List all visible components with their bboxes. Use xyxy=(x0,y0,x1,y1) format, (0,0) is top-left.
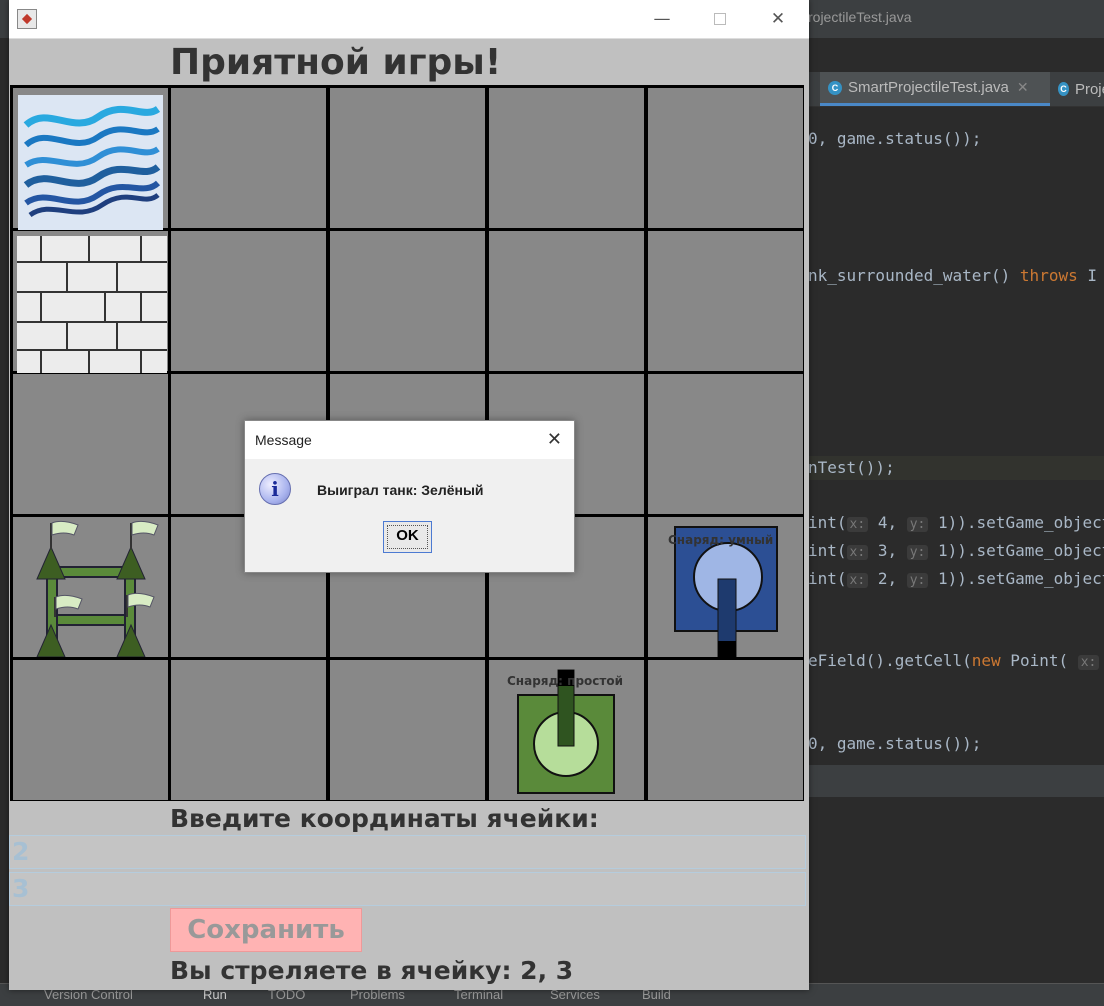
blue-tank-label: Снаряд: умный xyxy=(668,533,774,547)
brick-wall-icon xyxy=(17,236,167,373)
coords-prompt: Введите координаты ячейки: xyxy=(170,804,599,833)
cell-1-4[interactable] xyxy=(171,660,326,800)
code-token: int( xyxy=(808,569,847,588)
code-line: 0, game.status()); xyxy=(808,732,981,756)
dialog-titlebar: Message ✕ xyxy=(245,421,574,459)
code-token: 4, xyxy=(868,513,907,532)
code-token: 1)).setGame_object xyxy=(928,513,1104,532)
code-token: eField().getCell( xyxy=(808,651,972,670)
ide-window-title: rojectileTest.java xyxy=(808,9,912,25)
code-line: nk_surrounded_water() throws I xyxy=(808,264,1097,288)
x-coordinate-input[interactable]: 2 xyxy=(9,835,806,869)
dialog-title: Message xyxy=(255,432,312,448)
close-button[interactable]: ✕ xyxy=(749,0,807,38)
class-icon: C xyxy=(1058,82,1069,96)
dialog-message: Выиграл танк: Зелёный xyxy=(317,482,484,498)
cell-0-1[interactable] xyxy=(13,231,168,373)
code-token: int( xyxy=(808,541,847,560)
cell-4-1[interactable] xyxy=(648,231,803,371)
code-token: Point( xyxy=(1000,651,1078,670)
tab-label: SmartProjectileTest.java xyxy=(848,79,1009,96)
message-dialog: Message ✕ i Выиграл танк: Зелёный OK xyxy=(244,420,575,573)
cell-3-0[interactable] xyxy=(489,88,644,228)
code-line: int(x: 2, y: 1)).setGame_object xyxy=(808,567,1104,591)
parameter-hint: y: xyxy=(906,517,929,532)
tab-projectile[interactable]: C Proje xyxy=(1050,72,1104,106)
maximize-button[interactable] xyxy=(691,0,749,38)
tab-label: Proje xyxy=(1074,80,1104,98)
code-line: int(x: 4, y: 1)).setGame_object xyxy=(808,511,1104,535)
headquarters-icon xyxy=(36,520,159,657)
cell-0-2[interactable] xyxy=(13,374,168,514)
parameter-hint: y: xyxy=(906,573,929,588)
tab-smart-projectile-test[interactable]: C SmartProjectileTest.java ✕ xyxy=(820,72,1050,106)
code-token: 0, game.status()); xyxy=(808,734,982,753)
cell-3-1[interactable] xyxy=(489,231,644,371)
parameter-hint: x: xyxy=(846,573,869,588)
y-coordinate-input[interactable]: 3 xyxy=(9,872,806,906)
code-token: nTest()); xyxy=(808,458,895,477)
code-line: eField().getCell(new Point( x: xyxy=(808,649,1100,673)
cell-0-0[interactable] xyxy=(13,88,168,230)
parameter-hint: x: xyxy=(846,545,869,560)
wall-tile xyxy=(17,236,167,373)
parameter-hint: x: xyxy=(846,517,869,532)
code-token: I xyxy=(1077,266,1097,285)
cell-0-3[interactable] xyxy=(13,517,168,657)
code-token: 1)).setGame_object xyxy=(928,541,1104,560)
keyword: new xyxy=(971,651,1001,670)
cell-4-2[interactable] xyxy=(648,374,803,514)
code-line: nTest()); xyxy=(808,456,1104,480)
window-titlebar: — ✕ xyxy=(9,0,809,39)
parameter-hint: y: xyxy=(906,545,929,560)
cell-1-0[interactable] xyxy=(171,88,326,228)
cell-2-0[interactable] xyxy=(330,88,485,228)
minimize-button[interactable]: — xyxy=(633,0,691,38)
cell-4-0[interactable] xyxy=(648,88,803,228)
cell-3-4[interactable]: Снаряд: простой xyxy=(489,660,644,800)
cell-2-4[interactable] xyxy=(330,660,485,800)
ok-button[interactable]: OK xyxy=(383,521,432,553)
code-token: 2, xyxy=(868,569,907,588)
cell-4-4[interactable] xyxy=(648,660,803,800)
cell-1-1[interactable] xyxy=(171,231,326,371)
app-icon xyxy=(17,9,37,29)
shot-status: Вы стреляете в ячейку: 2, 3 xyxy=(170,956,574,985)
code-token: 0, game.status()); xyxy=(808,129,982,148)
info-icon: i xyxy=(259,473,291,505)
green-tank-label: Снаряд: простой xyxy=(507,674,624,688)
save-button[interactable]: Сохранить xyxy=(170,908,362,952)
water-icon xyxy=(23,105,161,218)
close-icon[interactable]: ✕ xyxy=(1017,79,1029,96)
water-tile xyxy=(18,95,163,230)
code-token: 3, xyxy=(868,541,907,560)
editor-separator xyxy=(808,765,1104,797)
code-token: 1)).setGame_object xyxy=(928,569,1104,588)
cell-0-4[interactable] xyxy=(13,660,168,800)
close-icon[interactable]: ✕ xyxy=(547,429,562,450)
code-line: 0, game.status()); xyxy=(808,127,981,151)
keyword: throws xyxy=(1019,266,1078,285)
class-icon: C xyxy=(828,80,842,95)
code-line: int(x: 3, y: 1)).setGame_object xyxy=(808,539,1104,563)
code-token: nk_surrounded_water() xyxy=(808,266,1020,285)
parameter-hint: x: xyxy=(1077,655,1100,670)
game-title: Приятной игры! xyxy=(170,42,502,83)
cell-2-1[interactable] xyxy=(330,231,485,371)
ide-tab-bar: C SmartProjectileTest.java ✕ C Proje xyxy=(808,72,1104,107)
cell-4-3[interactable]: Снаряд: умный xyxy=(648,517,803,657)
code-token: int( xyxy=(808,513,847,532)
